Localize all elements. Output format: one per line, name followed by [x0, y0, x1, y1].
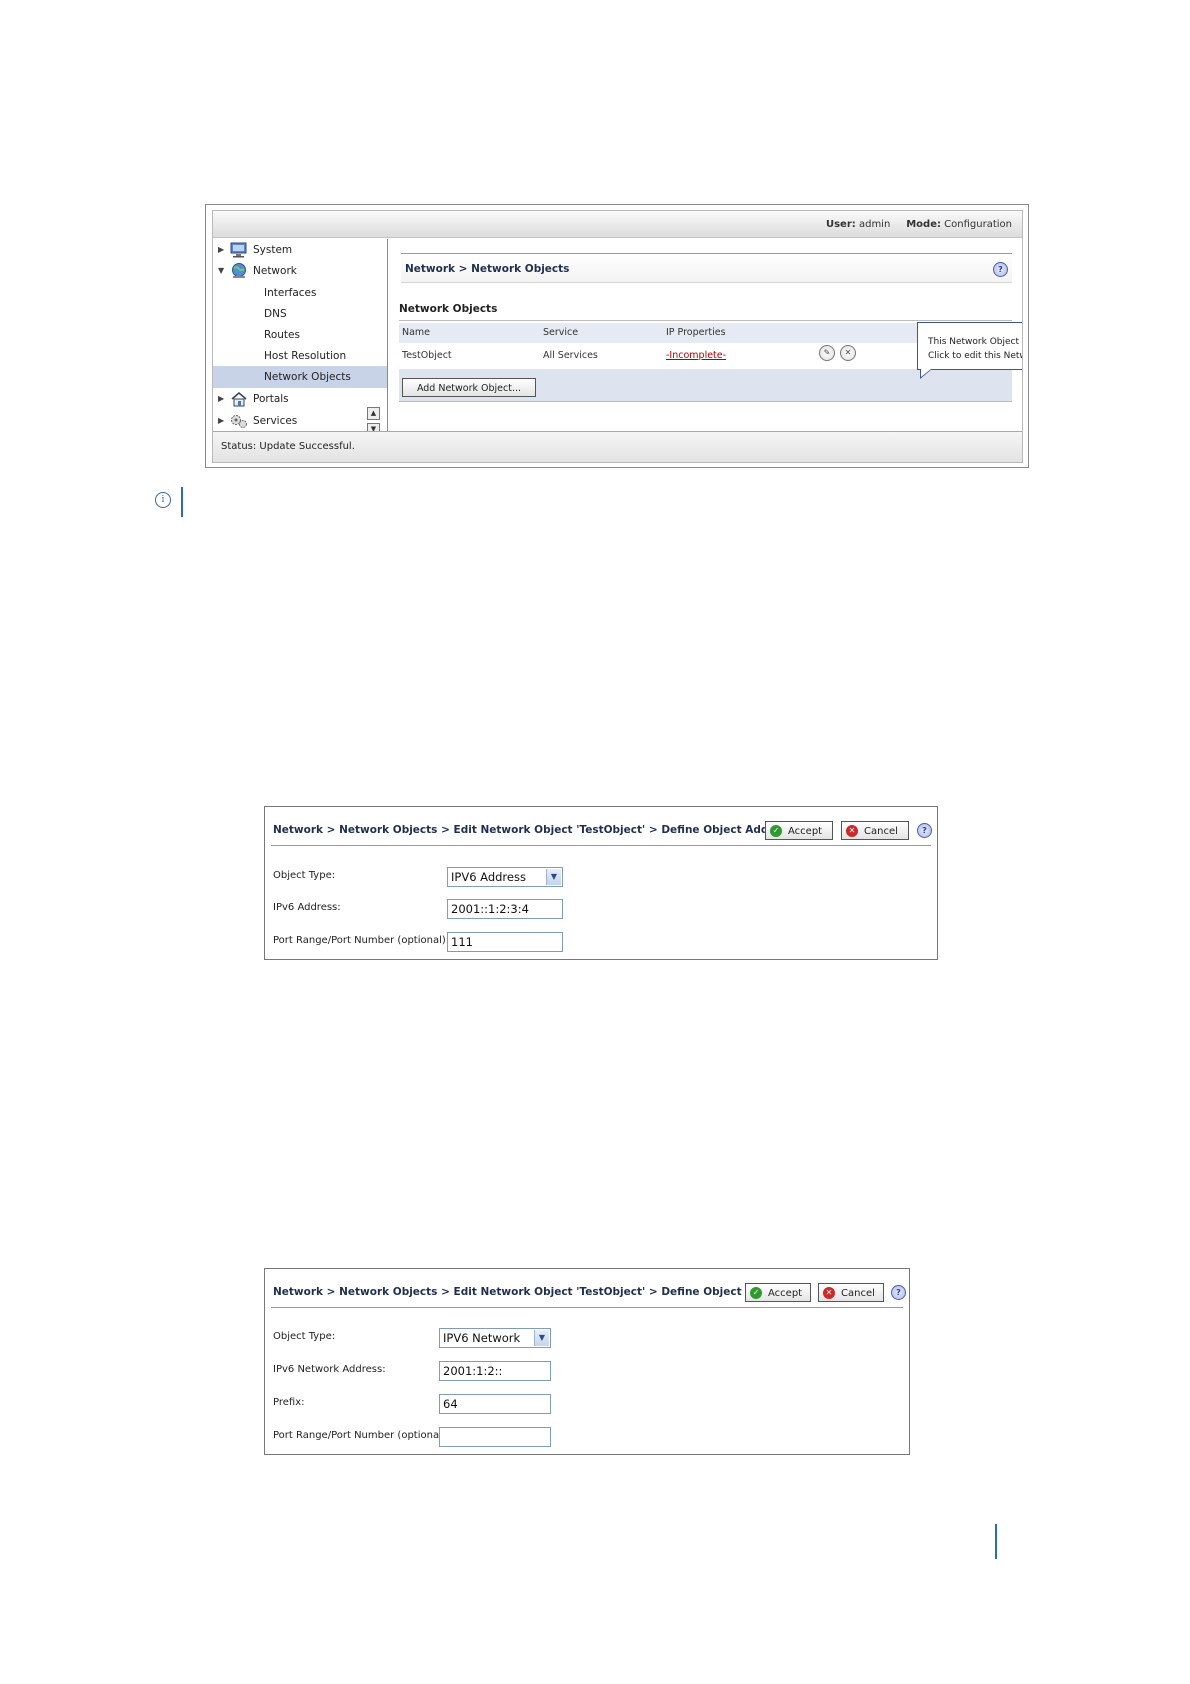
cancel-button[interactable]: ✕ Cancel	[818, 1283, 884, 1302]
note-rule	[181, 487, 183, 517]
sidebar-item-label: Host Resolution	[264, 350, 347, 362]
help-icon[interactable]: ?	[993, 262, 1008, 277]
sidebar-item-label: Routes	[264, 329, 300, 341]
sidebar-item-label: System	[253, 244, 293, 256]
field-label-port-range: Port Range/Port Number (optional):	[273, 1430, 450, 1441]
tooltip-line-2: Click to edit this Network Object	[928, 351, 1022, 361]
checkmark-icon: ✓	[750, 1287, 762, 1299]
section-title: Network Objects	[399, 303, 498, 315]
expand-arrow-icon[interactable]: ▶	[218, 388, 224, 410]
checkmark-icon: ✓	[770, 825, 782, 837]
port-range-input[interactable]: 111	[447, 932, 563, 952]
expand-arrow-icon[interactable]: ▶	[218, 410, 224, 432]
dialog-breadcrumb: Network > Network Objects > Edit Network…	[273, 1286, 794, 1298]
help-icon[interactable]: ?	[917, 823, 932, 838]
monitor-icon	[230, 242, 247, 258]
define-object-address-dialog-ipv6-network: Network > Network Objects > Edit Network…	[264, 1268, 910, 1455]
main-panel: Network > Network Objects ? Network Obje…	[389, 239, 1022, 438]
sidebar-item-dns[interactable]: DNS	[213, 303, 387, 325]
incomplete-tooltip: This Network Object is incomplete. Click…	[917, 322, 1022, 379]
sidebar-item-label: Network Objects	[264, 371, 351, 383]
field-label-port-range: Port Range/Port Number (optional):	[273, 935, 450, 946]
object-type-value: IPV6 Address	[451, 870, 526, 884]
sidebar-item-system[interactable]: ▶ System	[213, 239, 387, 261]
field-label-object-type: Object Type:	[273, 1331, 336, 1342]
dialog-breadcrumb: Network > Network Objects > Edit Network…	[273, 824, 794, 836]
status-value: Update Successful.	[259, 441, 355, 452]
sidebar-item-interfaces[interactable]: Interfaces	[213, 282, 387, 304]
tooltip-pointer-fill	[921, 369, 931, 377]
define-object-address-dialog-ipv6-address: Network > Network Objects > Edit Network…	[264, 806, 938, 960]
cancel-button[interactable]: ✕ Cancel	[841, 821, 909, 840]
app-window: User: admin Mode: Configuration ▶ System…	[212, 210, 1023, 463]
status-label: Status:	[221, 441, 257, 452]
field-label-object-type: Object Type:	[273, 870, 336, 881]
accept-label: Accept	[768, 1288, 803, 1299]
chevron-down-icon[interactable]: ▼	[534, 1330, 549, 1346]
sidebar: ▶ System ▼ Network Interfaces DNS Routes…	[213, 239, 388, 438]
cancel-x-icon: ✕	[846, 825, 858, 837]
object-type-select[interactable]: IPV6 Address ▼	[447, 867, 563, 887]
accept-button[interactable]: ✓ Accept	[765, 821, 833, 840]
sidebar-item-portals[interactable]: ▶ Portals	[213, 388, 387, 410]
edit-pencil-icon[interactable]: ✎	[819, 345, 835, 361]
help-icon[interactable]: ?	[891, 1285, 906, 1300]
sidebar-item-label: Interfaces	[264, 287, 317, 299]
cancel-x-icon: ✕	[823, 1287, 835, 1299]
section-divider	[399, 320, 1012, 321]
breadcrumb-text: Network > Network Objects	[405, 263, 570, 275]
house-icon	[231, 392, 247, 407]
network-objects-screenshot: User: admin Mode: Configuration ▶ System…	[205, 204, 1029, 468]
sidebar-item-host-resolution[interactable]: Host Resolution	[213, 345, 387, 367]
top-status-bar: User: admin Mode: Configuration	[213, 211, 1022, 238]
user-label: User:	[825, 219, 856, 230]
sidebar-item-services[interactable]: ▶ Services	[213, 410, 387, 432]
column-header-ip-properties[interactable]: IP Properties	[666, 323, 726, 343]
add-network-object-button[interactable]: Add Network Object...	[402, 378, 536, 397]
dialog-header: Network > Network Objects > Edit Network…	[271, 815, 932, 846]
gears-icon	[231, 415, 247, 428]
cell-service: All Services	[543, 350, 598, 361]
sidebar-item-routes[interactable]: Routes	[213, 324, 387, 346]
cell-name: TestObject	[402, 350, 452, 361]
accept-label: Accept	[788, 826, 823, 837]
cancel-label: Cancel	[864, 826, 898, 837]
sidebar-item-label: Portals	[253, 393, 289, 405]
tooltip-line-1: This Network Object is incomplete.	[928, 337, 1022, 347]
port-range-input[interactable]	[439, 1427, 551, 1447]
mode-value: Configuration	[944, 219, 1012, 230]
dialog-header: Network > Network Objects > Edit Network…	[271, 1277, 906, 1308]
accept-button[interactable]: ✓ Accept	[745, 1283, 811, 1302]
field-label-prefix: Prefix:	[273, 1397, 305, 1408]
cancel-label: Cancel	[841, 1288, 875, 1299]
object-type-select[interactable]: IPV6 Network ▼	[439, 1328, 551, 1348]
scroll-up-icon[interactable]: ▲	[367, 407, 380, 420]
field-label-ipv6-address: IPv6 Address:	[273, 902, 341, 913]
ipv6-address-input[interactable]: 2001::1:2:3:4	[447, 899, 563, 919]
sidebar-item-network[interactable]: ▼ Network	[213, 260, 387, 282]
page-rule	[995, 1524, 997, 1559]
status-bar: Status: Update Successful.	[213, 431, 1022, 462]
collapse-arrow-icon[interactable]: ▼	[218, 260, 224, 282]
mode-label: Mode:	[906, 219, 941, 230]
sidebar-item-label: DNS	[264, 308, 287, 320]
expand-arrow-icon[interactable]: ▶	[218, 239, 224, 261]
sidebar-item-label: Network	[253, 265, 297, 277]
info-icon: i	[155, 492, 171, 508]
column-header-service[interactable]: Service	[543, 323, 578, 343]
incomplete-link[interactable]: -Incomplete-	[666, 345, 726, 367]
field-label-ipv6-network-address: IPv6 Network Address:	[273, 1364, 386, 1375]
column-header-name[interactable]: Name	[402, 323, 430, 343]
ipv6-network-address-input[interactable]: 2001:1:2::	[439, 1361, 551, 1381]
delete-x-icon[interactable]: ✕	[840, 345, 856, 361]
sidebar-item-network-objects[interactable]: Network Objects	[213, 366, 387, 388]
breadcrumb: Network > Network Objects ?	[401, 253, 1012, 283]
globe-icon	[232, 263, 246, 278]
sidebar-item-label: Services	[253, 415, 298, 427]
user-value: admin	[858, 219, 891, 230]
chevron-down-icon[interactable]: ▼	[546, 869, 561, 885]
object-type-value: IPV6 Network	[443, 1331, 521, 1345]
prefix-input[interactable]: 64	[439, 1394, 551, 1414]
